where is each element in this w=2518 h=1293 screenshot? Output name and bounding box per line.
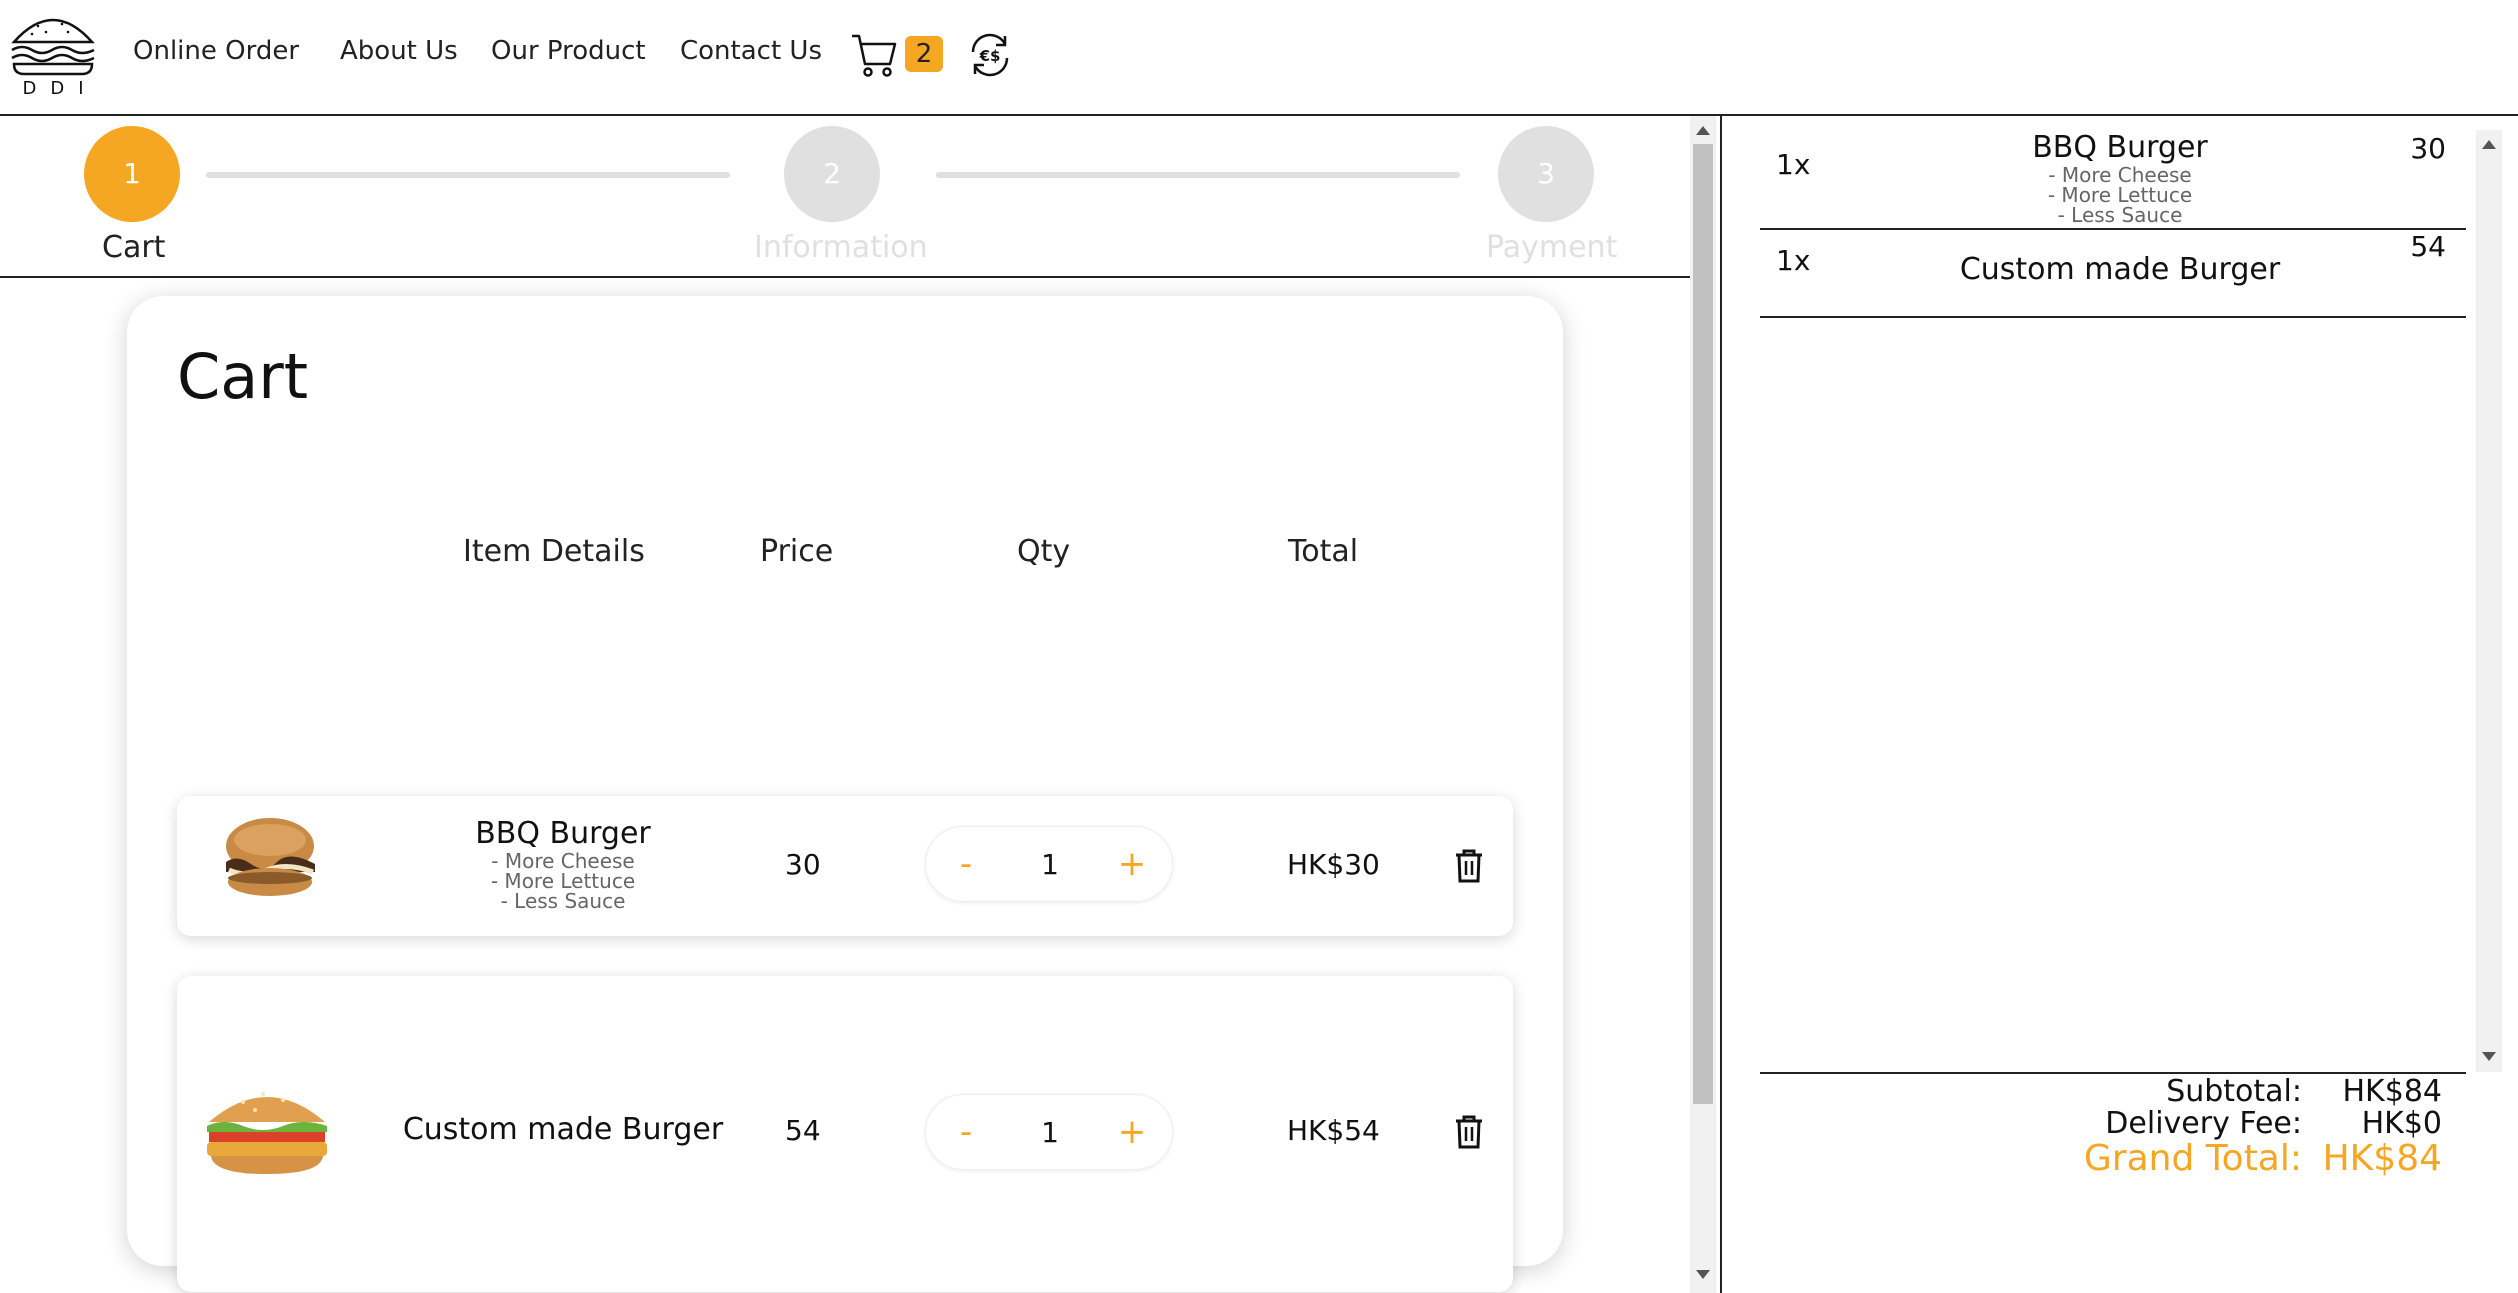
cart-card: Cart Item Details Price Qty Total BBQ Bu… [127, 296, 1563, 1292]
summary-item-option: - More Cheese [2048, 163, 2192, 187]
scroll-up-arrow-icon[interactable] [1696, 126, 1710, 135]
subtotal-label: Subtotal: [2166, 1074, 2302, 1109]
svg-text:€$: €$ [979, 47, 1001, 65]
step-3-label: Payment [1486, 230, 1618, 265]
delivery-fee-value: HK$0 [2361, 1106, 2442, 1141]
nav-about-us[interactable]: About Us [340, 36, 458, 66]
qty-input[interactable]: 1 [1016, 1109, 1084, 1157]
decrease-qty-button[interactable]: - [944, 839, 988, 889]
delivery-fee-label: Delivery Fee: [2105, 1106, 2302, 1141]
cart-count-badge[interactable]: 2 [905, 36, 943, 72]
summary-item-row: 1x BBQ Burger - More Cheese - More Lettu… [1760, 130, 2466, 230]
burger-logo-icon [11, 18, 95, 76]
nav-contact-us[interactable]: Contact Us [680, 36, 822, 66]
main-scrollbar[interactable] [1690, 116, 1716, 1293]
cart-icon[interactable] [850, 30, 898, 78]
nav-our-product[interactable]: Our Product [491, 36, 646, 66]
item-total: HK$30 [1287, 848, 1380, 881]
logo-text: DDI [22, 78, 98, 99]
subtotal-value: HK$84 [2342, 1074, 2443, 1109]
step-1-label: Cart [102, 230, 166, 265]
cart-title: Cart [177, 340, 309, 413]
col-total: Total [1288, 534, 1359, 569]
cart-item-row: Custom made Burger 54 - 1 + HK$54 [177, 976, 1513, 1292]
item-option: - More Cheese [491, 849, 635, 873]
col-price: Price [760, 534, 834, 569]
quantity-stepper: - 1 + [925, 1094, 1173, 1170]
top-navbar: DDI Online Order About Us Our Product Co… [0, 0, 2518, 116]
order-summary-panel: 1x BBQ Burger - More Cheese - More Lettu… [1720, 116, 2518, 1293]
trash-icon[interactable] [1453, 848, 1485, 884]
totals-section: Subtotal: HK$84 Delivery Fee: HK$0 Grand… [1760, 1072, 2466, 1179]
scrollbar-thumb[interactable] [1693, 144, 1713, 1104]
step-2-circle[interactable]: 2 [784, 126, 880, 222]
col-qty: Qty [1017, 534, 1071, 569]
item-option: - More Lettuce [490, 869, 636, 893]
step-connector-2 [936, 172, 1460, 178]
item-total: HK$54 [1287, 1114, 1380, 1147]
col-item-details: Item Details [463, 534, 645, 569]
summary-item-name: Custom made Burger [1959, 252, 2281, 287]
summary-item-name: BBQ Burger [2032, 130, 2208, 165]
scroll-down-arrow-icon[interactable] [2482, 1052, 2496, 1061]
scroll-down-arrow-icon[interactable] [1696, 1270, 1710, 1279]
summary-item-details: Custom made Burger [1920, 252, 2320, 287]
step-2-label: Information [754, 230, 928, 265]
summary-price: 54 [2410, 230, 2446, 263]
item-price: 30 [785, 848, 821, 881]
cart-item-row: BBQ Burger - More Cheese - More Lettuce … [177, 796, 1513, 936]
step-1-circle[interactable]: 1 [84, 126, 180, 222]
summary-item-option: - Less Sauce [2057, 203, 2183, 227]
custom-burger-image [203, 1080, 331, 1180]
currency-exchange-icon[interactable]: €$ [965, 30, 1015, 80]
scroll-up-arrow-icon[interactable] [2482, 140, 2496, 149]
trash-icon[interactable] [1453, 1114, 1485, 1150]
step-3-circle[interactable]: 3 [1498, 126, 1594, 222]
summary-item-row: 1x Custom made Burger 54 [1760, 230, 2466, 318]
decrease-qty-button[interactable]: - [944, 1107, 988, 1157]
quantity-stepper: - 1 + [925, 826, 1173, 902]
checkout-stepper: 1 Cart 2 Information 3 Payment [0, 116, 1690, 278]
burger-logo[interactable]: DDI [8, 8, 98, 104]
item-name: Custom made Burger [402, 1112, 724, 1147]
summary-item-details: BBQ Burger - More Cheese - More Lettuce … [1920, 130, 2320, 225]
order-summary-list: 1x BBQ Burger - More Cheese - More Lettu… [1760, 130, 2466, 1072]
increase-qty-button[interactable]: + [1110, 1107, 1154, 1157]
item-details: BBQ Burger - More Cheese - More Lettuce … [373, 816, 753, 911]
summary-qty: 1x [1776, 148, 1811, 181]
bbq-burger-image [217, 816, 323, 902]
nav-online-order[interactable]: Online Order [133, 36, 299, 66]
item-details: Custom made Burger [373, 1112, 753, 1147]
step-connector-1 [206, 172, 730, 178]
item-price: 54 [785, 1114, 821, 1147]
summary-item-option: - More Lettuce [2047, 183, 2193, 207]
item-option: - Less Sauce [500, 889, 626, 913]
summary-price: 30 [2410, 132, 2446, 165]
increase-qty-button[interactable]: + [1110, 839, 1154, 889]
item-name: BBQ Burger [475, 816, 651, 851]
grand-total-label: Grand Total: [2083, 1138, 2302, 1179]
summary-qty: 1x [1776, 244, 1811, 277]
qty-input[interactable]: 1 [1016, 841, 1084, 889]
grand-total-value: HK$84 [2322, 1138, 2442, 1179]
checkout-main: 1 Cart 2 Information 3 Payment Cart Item… [0, 116, 1716, 1293]
summary-scrollbar[interactable] [2476, 130, 2502, 1072]
